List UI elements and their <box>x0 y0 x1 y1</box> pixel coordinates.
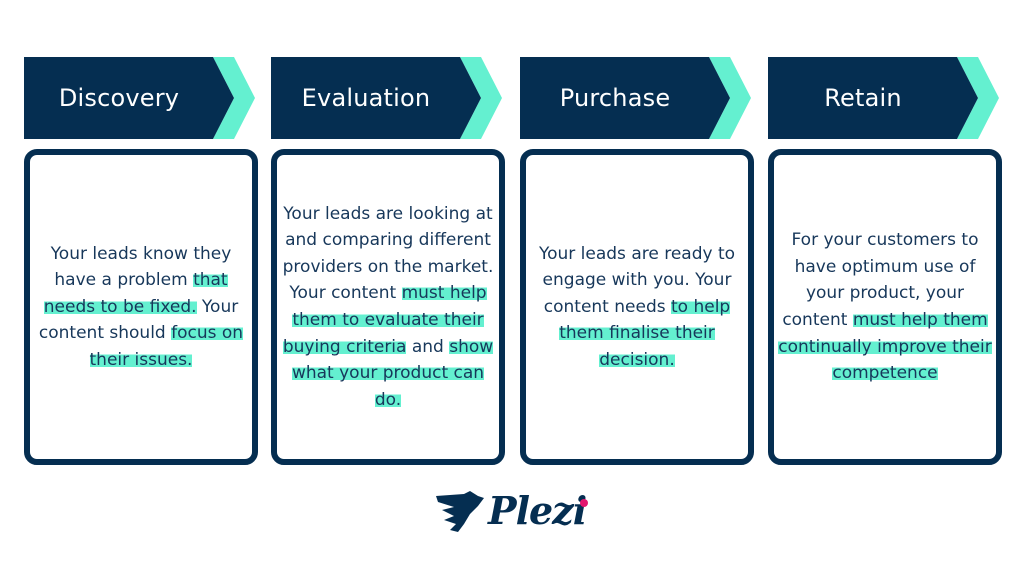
stage-card: Your leads are looking at and comparing … <box>271 149 505 465</box>
stage-card: Your leads are ready to engage with you.… <box>520 149 754 465</box>
stage-header: Evaluation <box>271 57 503 139</box>
stage-description: Your leads are ready to engage with you.… <box>528 241 746 374</box>
stage-title: Discovery <box>58 84 180 112</box>
stage-description: For your customers to have optimum use o… <box>776 227 994 387</box>
stage-card: Your leads know they have a problem that… <box>24 149 258 465</box>
stage-description: Your leads are looking at and comparing … <box>279 201 497 414</box>
stage-header: Retain <box>768 57 1000 139</box>
stage-card: For your customers to have optimum use o… <box>768 149 1002 465</box>
body-text: and <box>406 336 450 357</box>
wing-icon <box>436 491 484 532</box>
plezi-logo: Plezi <box>434 488 594 540</box>
stage-title: Retain <box>824 84 902 112</box>
logo-dot <box>580 499 588 507</box>
stage-description: Your leads know they have a problem that… <box>32 241 250 374</box>
stage-header: Purchase <box>520 57 752 139</box>
logo-wordmark: Plezi <box>488 488 587 533</box>
stage-title: Evaluation <box>301 84 431 112</box>
stage-title: Purchase <box>559 84 671 112</box>
stage-header: Discovery <box>24 57 256 139</box>
